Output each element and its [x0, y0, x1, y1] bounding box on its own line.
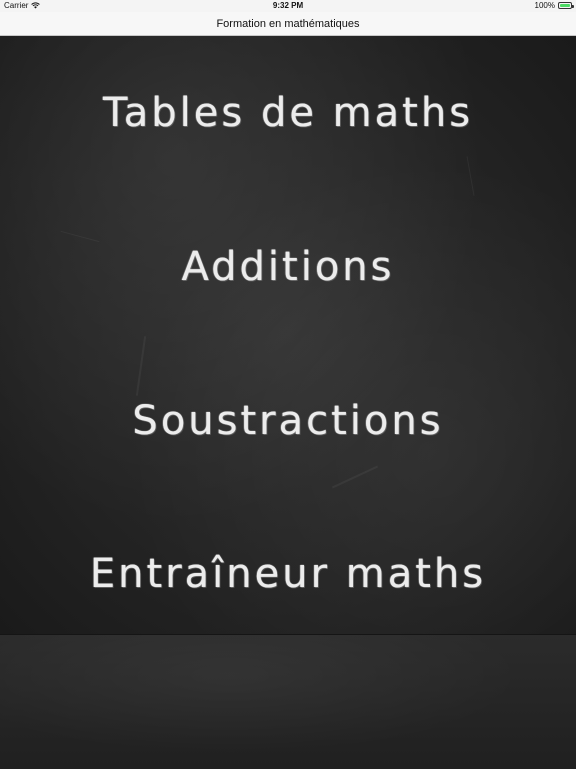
menu-item-additions[interactable]: Additions — [0, 242, 576, 292]
status-bar: Carrier 9:32 PM 100% — [0, 0, 576, 12]
menu-item-entraineur-maths[interactable]: Entraîneur maths — [0, 549, 576, 599]
chalk-smudge — [135, 336, 147, 396]
status-time: 9:32 PM — [272, 1, 304, 10]
chalk-smudge — [466, 156, 475, 196]
menu-item-soustractions[interactable]: Soustractions — [0, 396, 576, 446]
battery-icon — [558, 2, 574, 9]
chalk-smudge — [60, 230, 100, 243]
battery-group: 100% — [534, 1, 574, 10]
chalk-smudge — [331, 465, 379, 489]
battery-percent: 100% — [534, 1, 555, 10]
battery-fill — [560, 4, 570, 7]
navigation-bar: Formation en mathématiques — [0, 12, 576, 36]
nav-title: Formation en mathématiques — [216, 17, 360, 30]
battery-nub — [572, 4, 574, 8]
menu-item-tables-de-maths[interactable]: Tables de maths — [0, 88, 576, 138]
lower-board-area — [0, 634, 576, 769]
